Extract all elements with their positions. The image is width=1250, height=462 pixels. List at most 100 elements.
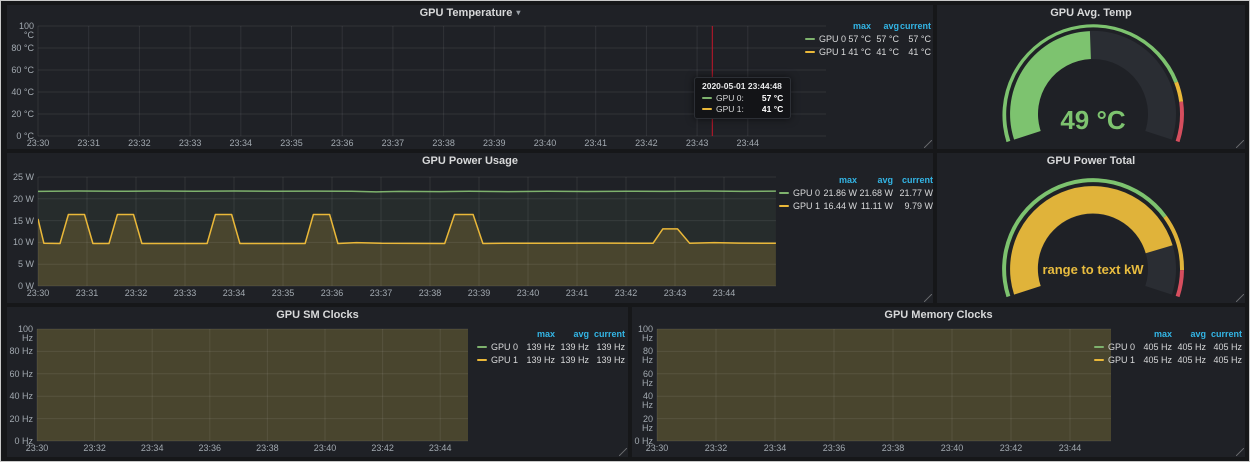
panel-resize-handle[interactable] [1236,294,1244,302]
x-tick-label: 23:41 [579,139,613,148]
gpu-avg-temp-gauge: 49 °C [937,5,1245,149]
legend-stat-value: 139 Hz [589,342,625,352]
legend-series-marker [477,346,487,348]
x-tick-label: 23:37 [364,289,398,298]
legend-series-name[interactable]: GPU 0 [1094,342,1136,352]
legend-stat-value: 9.79 W [893,201,933,211]
legend-series-label: GPU 1 [793,201,820,211]
legend-series-name[interactable]: GPU 1 [779,201,819,211]
y-tick-label: 100 Hz [7,325,33,343]
legend: maxavgcurrentGPU 057 °C57 °C57 °CGPU 141… [805,21,931,57]
tooltip-series-row: GPU 1:41 °C [702,104,783,114]
y-tick-label: 60 Hz [7,370,33,379]
tooltip-series-value: 41 °C [762,104,783,114]
panel-title-text: GPU Power Usage [422,155,518,167]
gpu-memory-clocks-chart-area[interactable]: 100 Hz80 Hz60 Hz40 Hz20 Hz0 Hz23:3023:32… [632,307,1245,457]
x-tick-label: 23:30 [21,139,55,148]
legend-spacer [1094,329,1136,339]
panel-title-gpu-memory-clocks[interactable]: GPU Memory Clocks [632,309,1245,321]
x-tick-label: 23:32 [78,444,112,453]
y-tick-label: 80 Hz [7,347,33,356]
legend-series-name[interactable]: GPU 1 [1094,355,1136,365]
legend-stat-value: 405 Hz [1136,342,1172,352]
power_total-gauge-svg: range to text kW [937,153,1245,303]
gpu-temperature-chart-area[interactable]: 100 °C80 °C60 °C40 °C20 °C0 °C23:3023:31… [7,5,933,149]
y-tick-label: 20 W [7,195,34,204]
legend-series-marker [805,38,815,40]
legend-stat-value: 139 Hz [519,355,555,365]
gauge-value-text: range to text kW [1042,262,1144,277]
x-tick-label: 23:34 [135,444,169,453]
panel-title-text: GPU Avg. Temp [1050,7,1132,19]
legend: maxavgcurrentGPU 021.86 W21.68 W21.77 WG… [779,175,933,211]
panel-resize-handle[interactable] [924,294,932,302]
panel-title-gpu-power-total[interactable]: GPU Power Total [937,155,1245,167]
y-tick-label: 80 Hz [632,347,653,365]
panel-title-text: GPU SM Clocks [276,309,359,321]
panel-gpu-memory-clocks: GPU Memory Clocks 100 Hz80 Hz60 Hz40 Hz2… [632,307,1245,457]
panel-resize-handle[interactable] [1236,140,1244,148]
y-tick-label: 20 Hz [632,415,653,433]
legend-header: max [841,21,871,31]
panel-title-gpu-temperature[interactable]: GPU Temperature▾ [7,7,933,19]
legend-series-label: GPU 1 [491,355,518,365]
x-tick-label: 23:44 [731,139,765,148]
legend-header: current [893,175,933,185]
legend-stat-value: 57 °C [871,34,899,44]
y-tick-label: 20 °C [7,110,34,119]
x-tick-label: 23:36 [817,444,851,453]
legend-stat-value: 57 °C [841,34,871,44]
gauge-value-text: 49 °C [1060,105,1126,135]
y-tick-label: 60 °C [7,66,34,75]
legend-header: max [1136,329,1172,339]
legend-series-name[interactable]: GPU 1 [477,355,519,365]
x-tick-label: 23:44 [1053,444,1087,453]
x-tick-label: 23:42 [994,444,1028,453]
panel-title-text: GPU Memory Clocks [884,309,992,321]
x-tick-label: 23:36 [315,289,349,298]
panel-resize-handle[interactable] [924,140,932,148]
gpu-sm-clocks-chart-area[interactable]: 100 Hz80 Hz60 Hz40 Hz20 Hz0 Hz23:3023:32… [7,307,628,457]
legend-series-label: GPU 0 [1108,342,1135,352]
panel-title-text: GPU Power Total [1047,155,1135,167]
legend-series-marker [1094,346,1104,348]
legend-series-name[interactable]: GPU 1 [805,47,841,57]
gpu-power-usage-chart-area[interactable]: 25 W20 W15 W10 W5 W0 W23:3023:3123:3223:… [7,153,933,303]
legend-series-name[interactable]: GPU 0 [477,342,519,352]
y-tick-label: 15 W [7,217,34,226]
x-tick-label: 23:41 [560,289,594,298]
legend-series-name[interactable]: GPU 0 [779,188,819,198]
legend-series-name[interactable]: GPU 0 [805,34,841,44]
panel-title-gpu-sm-clocks[interactable]: GPU SM Clocks [7,309,628,321]
panel-resize-handle[interactable] [1236,448,1244,456]
panel-title-gpu-power-usage[interactable]: GPU Power Usage [7,155,933,167]
legend-header: current [899,21,931,31]
x-tick-label: 23:32 [122,139,156,148]
temp-chart-svg [7,5,933,149]
gauge-threshold-ring-segment [1176,102,1184,143]
x-tick-label: 23:44 [423,444,457,453]
x-tick-label: 23:44 [707,289,741,298]
panel-gpu-temperature: GPU Temperature▾ 100 °C80 °C60 °C40 °C20… [7,5,933,149]
legend-stat-value: 139 Hz [555,355,589,365]
x-tick-label: 23:42 [609,289,643,298]
y-tick-label: 40 Hz [632,392,653,410]
y-tick-label: 100 Hz [632,325,653,343]
x-tick-label: 23:37 [376,139,410,148]
legend-stat-value: 405 Hz [1206,342,1242,352]
y-tick-label: 5 W [7,260,34,269]
x-tick-label: 23:39 [477,139,511,148]
legend-stat-value: 405 Hz [1206,355,1242,365]
panel-title-gpu-avg-temp[interactable]: GPU Avg. Temp [937,7,1245,19]
legend-stat-value: 139 Hz [589,355,625,365]
panel-gpu-power-total: GPU Power Total range to text kW [937,153,1245,303]
panel-gpu-power-usage: GPU Power Usage 25 W20 W15 W10 W5 W0 W23… [7,153,933,303]
panel-resize-handle[interactable] [619,448,627,456]
chevron-down-icon[interactable]: ▾ [516,8,520,17]
panel-title-text: GPU Temperature [420,7,513,19]
legend-stat-value: 405 Hz [1172,342,1206,352]
x-tick-label: 23:33 [168,289,202,298]
legend-spacer [477,329,519,339]
legend-header: current [589,329,625,339]
x-tick-label: 23:40 [528,139,562,148]
